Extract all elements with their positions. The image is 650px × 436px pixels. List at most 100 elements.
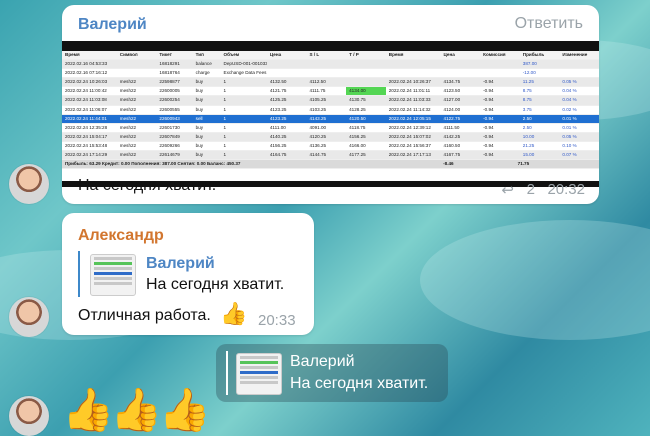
table-cell: 2022.02.24 10:26:03: [65, 79, 108, 85]
reply-count[interactable]: 2: [527, 181, 535, 198]
table-cell: 2022.02.24 11:06:07: [65, 106, 107, 112]
avatar-alexander-2[interactable]: [9, 396, 49, 436]
table-cell: 3.75: [522, 106, 532, 112]
table-cell: 4156.25: [349, 133, 366, 139]
table-header-cell: Цена: [269, 52, 282, 57]
table-cell: 4124.00: [443, 106, 461, 112]
table-cell: 8.75: [522, 97, 532, 103]
message-time: 20:32: [547, 181, 585, 198]
table-row: 2022.02.24 12:35:28 mesh22 22601730 buy 1 411…: [62, 124, 599, 133]
table-cell: 2022.02.24 15:04:17: [65, 133, 108, 139]
table-cell: 4120.50: [349, 115, 366, 121]
table-row: 2022.02.24 11:03:08 mesh22 22600254 buy 1 412…: [62, 96, 599, 106]
table-cell: -0.94: [483, 152, 494, 158]
table-cell: mesh22: [119, 133, 137, 139]
table-cell: 2022.02.24 17:17:13: [388, 152, 431, 158]
table-cell: 22600005: [159, 88, 180, 94]
table-cell: 1: [223, 106, 227, 112]
table-cell: 4130.75: [349, 97, 366, 103]
table-summary-cell: -8.46: [443, 161, 454, 167]
table-summary-row: Прибыль: 63.29 Кредит: 0.00 Пополнения: …: [62, 160, 599, 170]
message-time: 20:33: [258, 312, 296, 329]
table-cell: buy: [195, 88, 204, 94]
table-row: 2022.02.24 11:44:01 mesh22 22600943 sell 1 41…: [62, 114, 599, 124]
table-cell: 4123.25: [269, 115, 287, 121]
table-cell: 22598877: [159, 79, 180, 85]
table-cell: 1: [223, 152, 227, 158]
table-cell: buy: [195, 152, 204, 158]
table-cell: 4160.50: [443, 142, 461, 148]
table-cell: 4127.00: [443, 97, 461, 103]
sender-name[interactable]: Валерий: [78, 16, 147, 34]
table-header-cell: Комиссия: [483, 52, 506, 57]
attached-screenshot[interactable]: Время Символ Тикет Тип Объем Цена S / L T / P Вр…: [62, 41, 599, 187]
reply-preview-bubble[interactable]: Валерий На сегодня хватит.: [216, 344, 448, 402]
table-row: 2022.02.24 10:26:03 mesh22 22598877 buy 1 413…: [62, 78, 599, 88]
table-cell: 4121.75: [269, 88, 287, 94]
table-cell: 2022.02.16 07:16:12: [65, 70, 108, 76]
table-cell: 2022.02.24 11:03:08: [65, 97, 107, 103]
sender-name[interactable]: Александр: [78, 227, 164, 245]
table-cell: [117, 69, 157, 77]
table-cell: -0.94: [483, 106, 494, 112]
avatar-valery[interactable]: [9, 164, 49, 204]
table-cell: 2022.02.24 17:14:29: [65, 152, 108, 158]
table-cell: 4132.50: [269, 79, 287, 85]
table-cell: 1: [223, 79, 227, 85]
table-body: 2022.02.16 04:53:33 16818291 balance DepUSD…: [62, 60, 599, 161]
table-cell: 4103.25: [309, 106, 327, 112]
quoted-message[interactable]: Валерий На сегодня хватит.: [78, 251, 284, 297]
quoted-thumbnail: [90, 254, 136, 296]
table-cell: buy: [195, 97, 204, 103]
table-cell: -0.94: [483, 133, 494, 139]
table-cell: mesh22: [119, 79, 137, 85]
table-cell: buy: [195, 133, 204, 139]
table-cell: [386, 60, 441, 68]
table-row: 2022.02.24 11:06:07 mesh22 22600555 buy 1 412…: [62, 106, 599, 115]
table-cell: [346, 69, 386, 77]
table-summary-cell: Прибыль: 63.29 Кредит: 0.00 Пополнения: …: [65, 161, 241, 167]
table-cell: 2.50: [522, 115, 532, 121]
table-cell: 4112.50: [309, 79, 326, 85]
table-summary-cell: 71.75: [517, 161, 530, 167]
reply-arrow-icon[interactable]: ↩: [501, 181, 514, 199]
table-cell: [346, 78, 386, 86]
avatar-alexander[interactable]: [9, 297, 49, 337]
reply-button[interactable]: Ответить: [515, 15, 583, 33]
table-cell: 2022.02.24 11:03:33: [388, 97, 431, 103]
table-cell: 0.05 %: [562, 79, 577, 85]
table-row: 2022.02.16 07:16:12 16818764 charge Exchang…: [62, 69, 599, 79]
quoted-text: На сегодня хватит.: [146, 276, 285, 293]
quoted-sender: Валерий: [146, 255, 215, 272]
table-row: 2022.02.24 11:00:42 mesh22 22600005 buy 1 412…: [62, 87, 599, 97]
table-cell: [117, 60, 157, 68]
table-cell: 2022.02.24 12:05:15: [388, 115, 431, 121]
table-header-cell: Время: [65, 52, 80, 57]
table-cell: 2022.02.24 11:14:32: [388, 106, 431, 112]
table-header-cell: Прибыль: [522, 52, 545, 57]
table-cell: 22614679: [159, 152, 180, 158]
table-row: 2022.02.24 15:53:48 mesh22 22609266 buy 1 415…: [62, 142, 599, 152]
message-bubble-valery[interactable]: Валерий Ответить Время Символ Тикет Тип Объе…: [62, 5, 599, 204]
table-cell: 4143.25: [309, 115, 327, 121]
message-text: Отличная работа.: [78, 307, 211, 324]
table-cell: 4166.00: [349, 142, 366, 148]
table-cell: 4123.25: [269, 106, 287, 112]
table-cell: 387.00: [522, 61, 537, 67]
table-cell: 4134.00: [346, 87, 386, 96]
table-cell: 16818764: [159, 70, 180, 76]
table-cell: 4105.25: [309, 97, 327, 103]
table-cell: -0.94: [483, 115, 494, 121]
message-bubble-alexander[interactable]: Александр Валерий На сегодня хватит. Отл…: [62, 213, 314, 335]
table-cell: 4111.50: [443, 124, 460, 130]
table-cell: 16818291: [159, 61, 180, 67]
table-cell: 0.10 %: [562, 142, 577, 148]
table-cell: mesh22: [119, 88, 137, 94]
table-row: 2022.02.24 17:14:29 mesh22 22614679 buy 1 416…: [62, 151, 599, 161]
table-cell: -0.94: [483, 142, 494, 148]
thumbs-up-sticker[interactable]: 👍👍👍: [62, 384, 211, 436]
table-cell: mesh22: [119, 115, 137, 121]
table-cell: charge: [195, 70, 210, 76]
table-header: Время Символ Тикет Тип Объем Цена S / L T / P Вр…: [62, 51, 599, 61]
table-header-cell: Тикет: [159, 52, 172, 57]
